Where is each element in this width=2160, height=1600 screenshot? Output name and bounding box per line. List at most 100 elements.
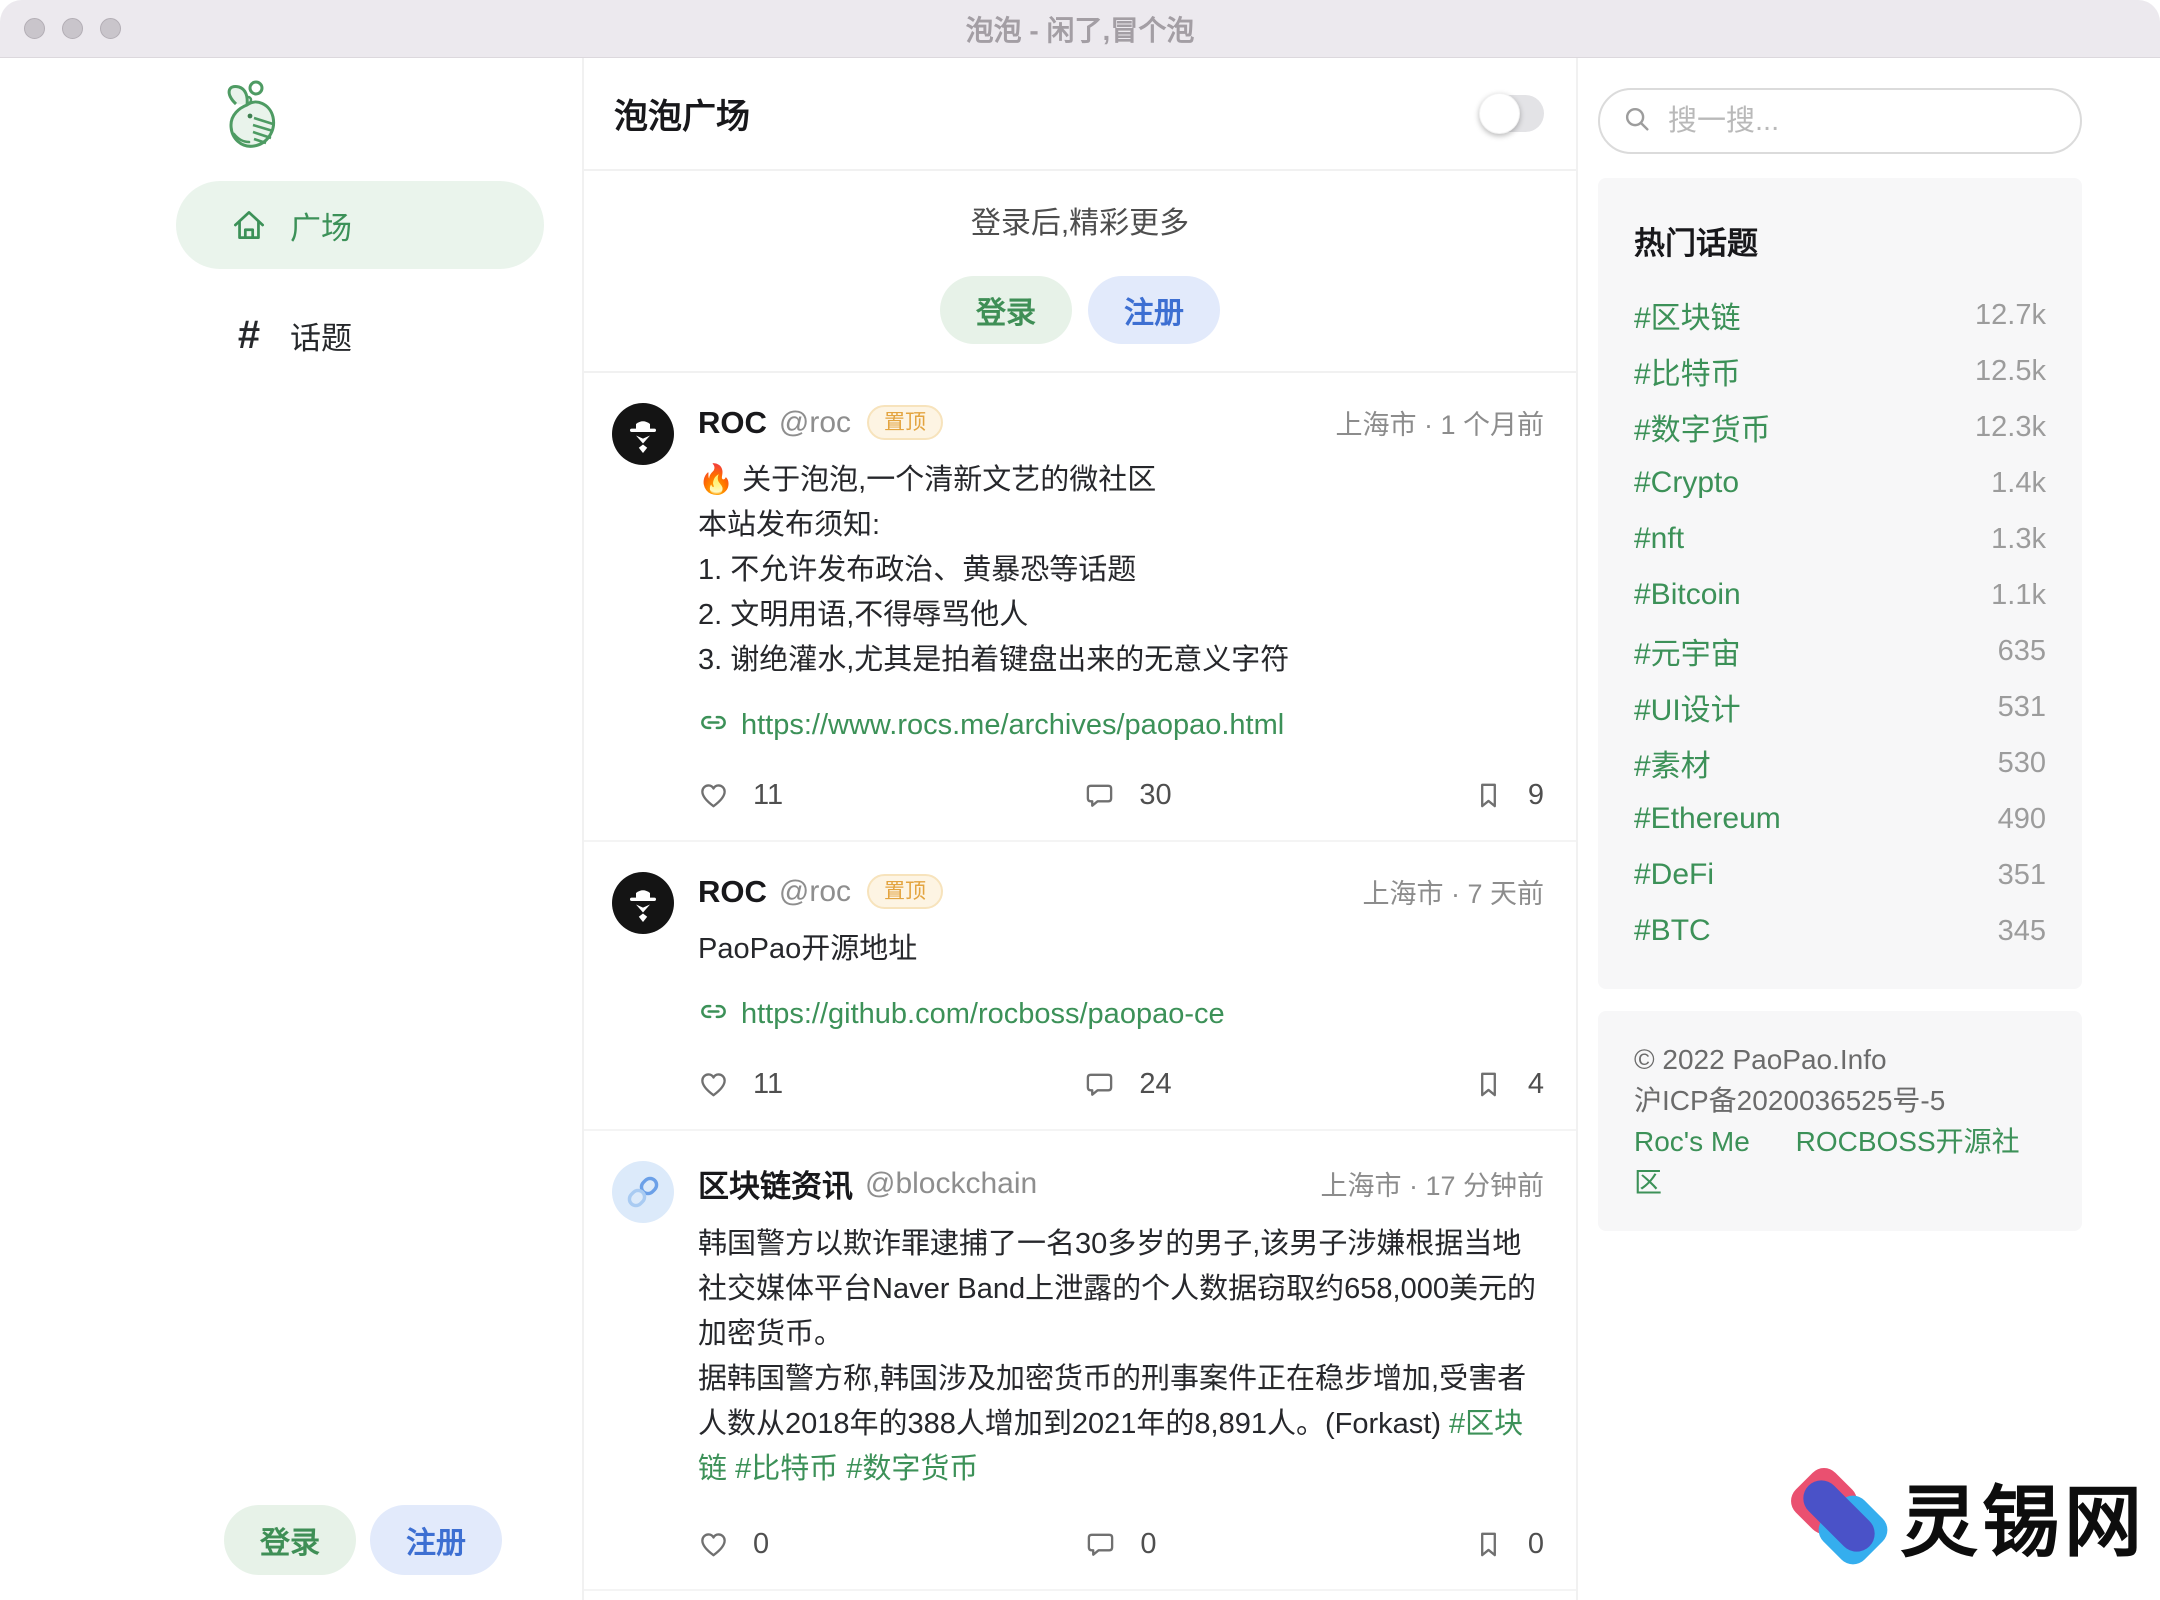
topic-tag-link[interactable]: #区块链 [1634, 293, 1741, 337]
topic-row: #Ethereum 490 [1634, 791, 2046, 847]
watermark-logo-icon [1794, 1468, 1886, 1564]
rocs-me-link[interactable]: Roc's Me [1634, 1126, 1750, 1157]
like-count: 11 [753, 779, 783, 812]
sidebar-register-button[interactable]: 注册 [370, 1505, 502, 1575]
post-handle: @blockchain [865, 1167, 1037, 1201]
zoom-window-button[interactable] [100, 18, 121, 39]
bookmark-icon [1473, 1529, 1504, 1560]
topic-tag-link[interactable]: #UI设计 [1634, 685, 1741, 729]
register-button[interactable]: 注册 [1088, 276, 1220, 344]
bookmark-button[interactable]: 4 [1473, 1068, 1544, 1101]
topic-tag-link[interactable]: #Crypto [1634, 466, 1739, 500]
topic-row: #Crypto 1.4k [1634, 455, 2046, 511]
post-link-row: https://github.com/rocboss/paopao-ce [698, 996, 1544, 1032]
anonymous-avatar[interactable] [612, 872, 674, 934]
search-box[interactable] [1598, 88, 2082, 154]
topic-count: 345 [1998, 915, 2046, 948]
comment-icon [1085, 1529, 1116, 1560]
heart-icon [698, 780, 729, 811]
comment-count: 0 [1140, 1528, 1156, 1561]
post-body: 区块链资讯 @blockchain 上海市 · 17 分钟前 韩国警方以欺诈罪逮… [698, 1161, 1544, 1561]
icp-text: 沪ICP备2020036525号-5 [1634, 1080, 2046, 1121]
sidebar-item-topics[interactable]: # 话题 [176, 291, 544, 379]
comment-button[interactable]: 0 [1085, 1528, 1156, 1561]
topic-count: 1.3k [1991, 523, 2046, 556]
like-button[interactable]: 0 [698, 1528, 769, 1561]
post-head: ROC @roc 置顶 上海市 · 1 个月前 [698, 403, 1544, 442]
post-content: PaoPao开源地址 [698, 927, 1544, 972]
topic-tag-link[interactable]: #素材 [1634, 741, 1711, 785]
bookmark-button[interactable]: 0 [1473, 1528, 1544, 1561]
post-body: ROC @roc 置顶 上海市 · 7 天前 PaoPao开源地址 [698, 872, 1544, 1101]
topic-count: 12.7k [1975, 299, 2046, 332]
post-meta: 上海市 · 7 天前 [1362, 872, 1544, 911]
login-button[interactable]: 登录 [940, 276, 1072, 344]
chain-link-avatar[interactable] [612, 1161, 674, 1223]
topic-count: 635 [1998, 635, 2046, 668]
topic-count: 530 [1998, 747, 2046, 780]
post-head: ROC @roc 置顶 上海市 · 7 天前 [698, 872, 1544, 911]
heart-icon [698, 1529, 729, 1560]
topic-tag-link[interactable]: #元宇宙 [1634, 629, 1741, 673]
sidebar-login-button[interactable]: 登录 [224, 1505, 356, 1575]
anonymous-avatar[interactable] [612, 403, 674, 465]
topic-row: #元宇宙 635 [1634, 623, 2046, 679]
paopao-logo[interactable] [220, 80, 278, 150]
bookmark-button[interactable]: 9 [1473, 779, 1544, 812]
comment-count: 24 [1139, 1068, 1171, 1101]
footer-links: Roc's Me ROCBOSS开源社区 [1634, 1121, 2046, 1203]
topic-tag-link[interactable]: #数字货币 [1634, 405, 1771, 449]
topic-row: #DeFi 351 [1634, 847, 2046, 903]
bookmark-count: 9 [1528, 779, 1544, 812]
close-window-button[interactable] [24, 18, 45, 39]
minimize-window-button[interactable] [62, 18, 83, 39]
comment-button[interactable]: 30 [1084, 779, 1171, 812]
link-icon [698, 707, 729, 743]
like-count: 0 [753, 1528, 769, 1561]
feed-header: 泡泡广场 [584, 58, 1576, 171]
app-body: 广场 # 话题 登录 注册 泡泡广场 登录后,精彩更多 [0, 58, 2160, 1600]
bookmark-count: 4 [1528, 1068, 1544, 1101]
theme-toggle[interactable] [1481, 95, 1544, 132]
like-count: 11 [753, 1068, 783, 1101]
topic-tag-link[interactable]: #Bitcoin [1634, 578, 1741, 612]
topic-tag-link[interactable]: #nft [1634, 522, 1684, 556]
topic-count: 531 [1998, 691, 2046, 724]
post-hashtag[interactable]: #数字货币 [846, 1453, 978, 1485]
comment-button[interactable]: 24 [1084, 1068, 1171, 1101]
whale-logo-icon [220, 137, 278, 154]
topic-row: #UI设计 531 [1634, 679, 2046, 735]
sidebar-item-square[interactable]: 广场 [176, 181, 544, 269]
site-footer-card: © 2022 PaoPao.Info 沪ICP备2020036525号-5 Ro… [1598, 1011, 2082, 1231]
post-handle: @roc [779, 875, 851, 909]
topic-tag-link[interactable]: #DeFi [1634, 858, 1714, 892]
post-author[interactable]: 区块链资讯 [698, 1161, 853, 1206]
traffic-lights [24, 18, 121, 39]
copyright-text: © 2022 PaoPao.Info [1634, 1039, 2046, 1080]
topic-tag-link[interactable]: #Ethereum [1634, 802, 1781, 836]
feed-column: 泡泡广场 登录后,精彩更多 登录 注册 [584, 58, 1578, 1600]
post-text-line: 1. 不允许发布政治、黄暴恐等话题 [698, 548, 1544, 593]
heart-icon [698, 1069, 729, 1100]
pinned-badge: 置顶 [867, 405, 943, 440]
topic-tag-link[interactable]: #比特币 [1634, 349, 1741, 393]
topic-row: #比特币 12.5k [1634, 343, 2046, 399]
post-link[interactable]: https://github.com/rocboss/paopao-ce [741, 998, 1225, 1031]
bookmark-count: 0 [1528, 1528, 1544, 1561]
like-button[interactable]: 11 [698, 1068, 783, 1101]
like-button[interactable]: 11 [698, 779, 783, 812]
post-hashtag[interactable]: #比特币 [735, 1453, 838, 1485]
search-input[interactable] [1666, 104, 2058, 139]
post-list: ROC @roc 置顶 上海市 · 1 个月前 🔥 关于泡泡,一个清新文艺的微社… [584, 373, 1576, 1591]
topic-tag-link[interactable]: #BTC [1634, 914, 1711, 948]
topic-row: #素材 530 [1634, 735, 2046, 791]
post-item: ROC @roc 置顶 上海市 · 1 个月前 🔥 关于泡泡,一个清新文艺的微社… [584, 373, 1576, 842]
post-author[interactable]: ROC [698, 405, 767, 441]
post-meta: 上海市 · 17 分钟前 [1320, 1164, 1544, 1203]
post-head: 区块链资讯 @blockchain 上海市 · 17 分钟前 [698, 1161, 1544, 1206]
post-text-line: 据韩国警方称,韩国涉及加密货币的刑事案件正在稳步增加,受害者人数从2018年的3… [698, 1357, 1544, 1492]
right-rail: 热门话题 #区块链 12.7k #比特币 12.5k #数字货币 12.3k [1598, 58, 2082, 1600]
post-author[interactable]: ROC [698, 874, 767, 910]
post-link[interactable]: https://www.rocs.me/archives/paopao.html [741, 709, 1284, 742]
topic-row: #Bitcoin 1.1k [1634, 567, 2046, 623]
